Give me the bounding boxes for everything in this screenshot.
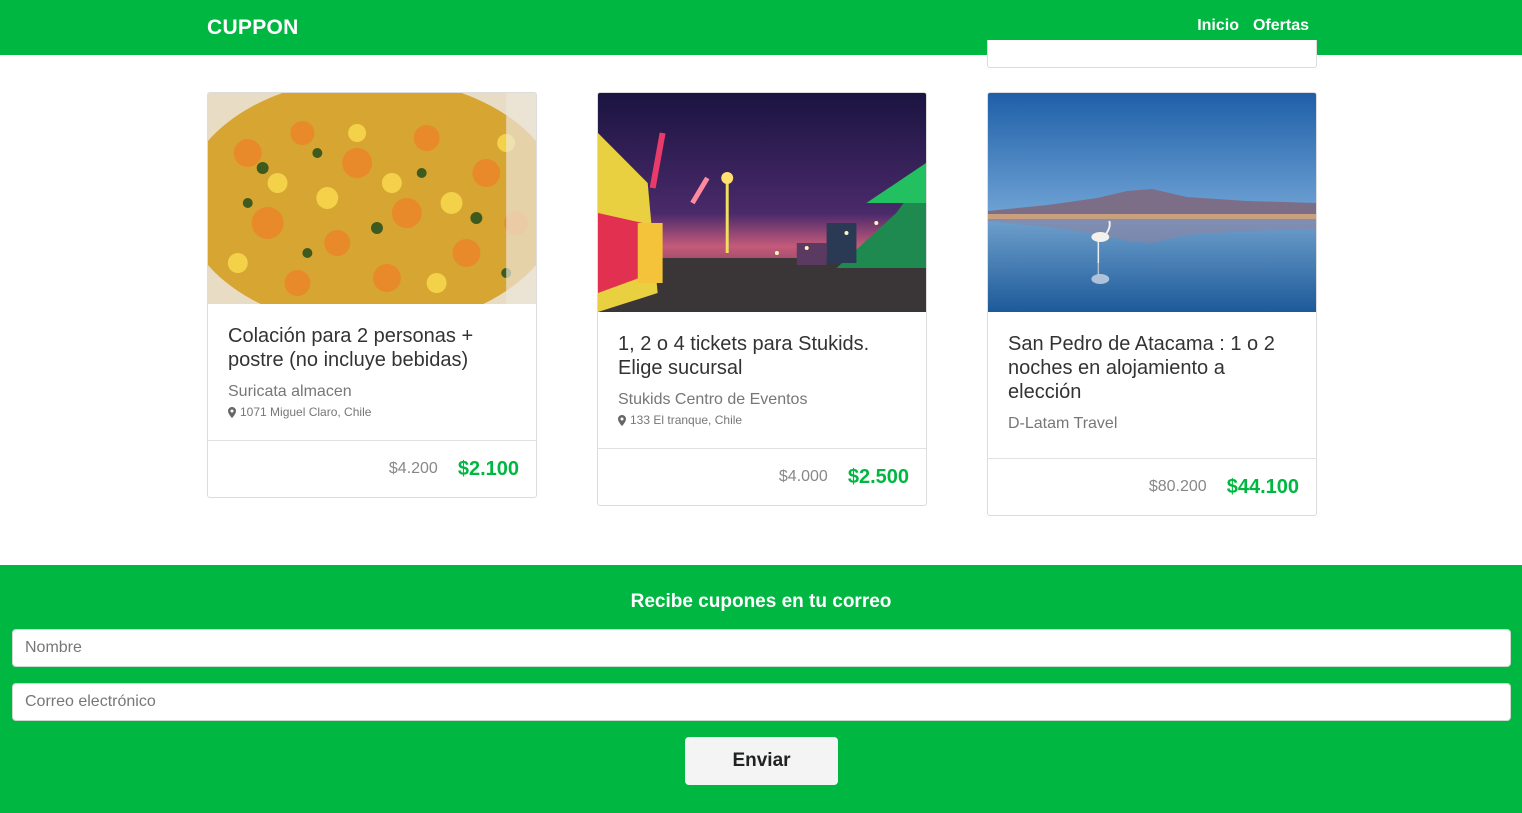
deal-old-price: $4.000	[778, 468, 828, 485]
deal-address-text: 1071 Miguel Claro, Chile	[240, 405, 372, 419]
deal-price-row: $4.200 $2.100	[208, 440, 536, 497]
deal-new-price: $44.100	[1226, 475, 1299, 498]
map-pin-icon	[618, 414, 626, 426]
newsletter-title: Recibe cupones en tu correo	[630, 591, 892, 612]
name-input[interactable]	[12, 629, 1511, 667]
brand-logo[interactable]: CUPPON	[207, 16, 299, 40]
deal-image-fairground	[598, 93, 926, 312]
deal-merchant: Suricata almacen	[228, 383, 352, 400]
deal-price-row: $80.200 $44.100	[988, 458, 1316, 515]
deal-image-food	[208, 93, 536, 304]
deal-address: 133 El tranque, Chile	[618, 413, 906, 427]
submit-button[interactable]: Enviar	[685, 737, 838, 785]
deal-price-row: $4.000 $2.500	[598, 448, 926, 505]
deal-merchant: Stukids Centro de Eventos	[618, 391, 808, 408]
previous-card-edge	[987, 40, 1317, 68]
deal-card[interactable]: San Pedro de Atacama : 1 o 2 noches en a…	[987, 92, 1317, 516]
deal-card[interactable]: Colación para 2 personas + postre (no in…	[207, 92, 537, 498]
deal-title[interactable]: Colación para 2 personas + postre (no in…	[228, 324, 516, 372]
nav-links: Inicio Ofertas	[1197, 17, 1309, 35]
deal-new-price: $2.500	[847, 465, 909, 488]
nav-link-ofertas[interactable]: Ofertas	[1253, 17, 1309, 35]
deal-card[interactable]: 1, 2 o 4 tickets para Stukids. Elige suc…	[597, 92, 927, 506]
deal-old-price: $80.200	[1148, 478, 1207, 495]
deal-merchant: D-Latam Travel	[1008, 415, 1118, 432]
deal-address-text: 133 El tranque, Chile	[630, 413, 743, 427]
deal-title[interactable]: 1, 2 o 4 tickets para Stukids. Elige suc…	[618, 332, 906, 380]
deal-new-price: $2.100	[457, 457, 519, 480]
email-input[interactable]	[12, 683, 1511, 721]
nav-link-inicio[interactable]: Inicio	[1197, 17, 1239, 35]
deal-old-price: $4.200	[388, 460, 438, 477]
deal-image-flamingo-lake	[988, 93, 1316, 312]
deal-address: 1071 Miguel Claro, Chile	[228, 405, 516, 419]
map-pin-icon	[228, 406, 236, 418]
newsletter-section: Recibe cupones en tu correo Enviar	[0, 565, 1522, 813]
deal-title[interactable]: San Pedro de Atacama : 1 o 2 noches en a…	[1008, 332, 1296, 404]
